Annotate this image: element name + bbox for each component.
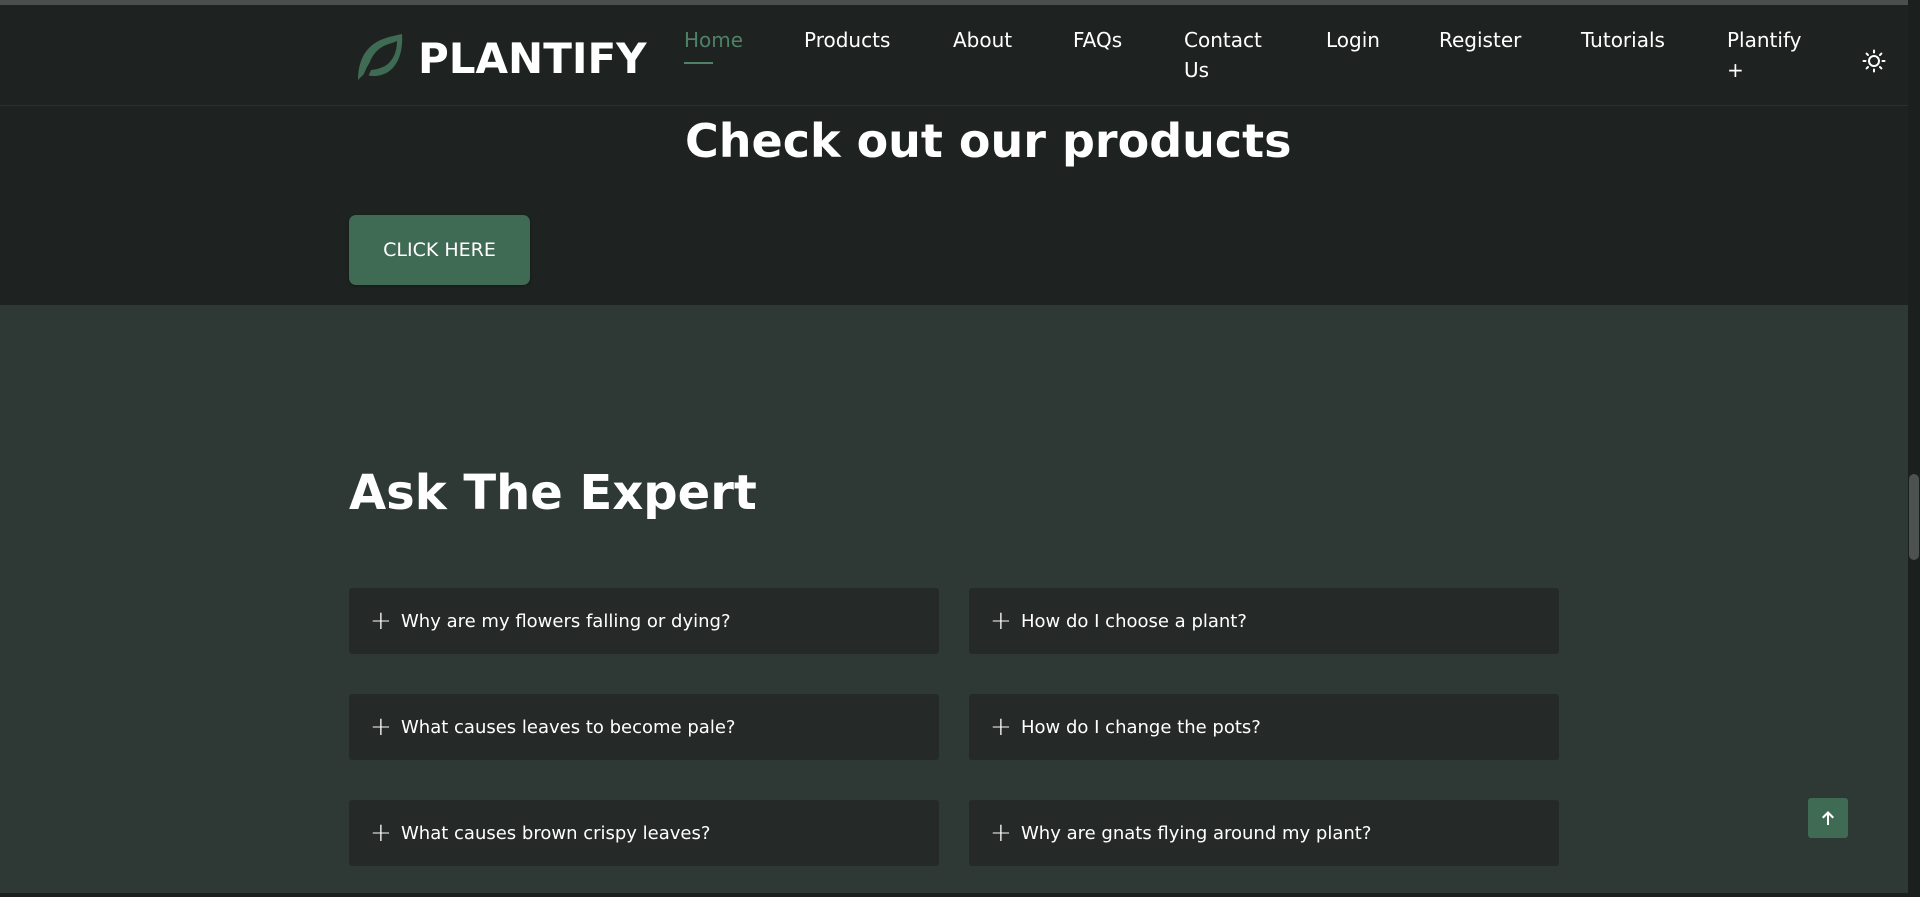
- faq-question: Why are gnats flying around my plant?: [1021, 822, 1372, 844]
- scroll-to-top-button[interactable]: [1808, 798, 1848, 838]
- plus-icon: +: [990, 606, 1012, 636]
- plus-icon: +: [990, 818, 1012, 848]
- faq-question: How do I choose a plant?: [1021, 610, 1247, 632]
- faq-item[interactable]: + What causes leaves to become pale?: [349, 694, 939, 760]
- plus-icon: +: [370, 606, 392, 636]
- nav-login[interactable]: Login: [1326, 25, 1380, 55]
- nav-register[interactable]: Register: [1439, 25, 1521, 55]
- faq-item[interactable]: + What causes brown crispy leaves?: [349, 800, 939, 866]
- products-title: Check out our products: [685, 114, 1292, 168]
- nav-products[interactable]: Products: [804, 25, 890, 55]
- nav-plantify-plus[interactable]: Plantify +: [1727, 25, 1815, 85]
- arrow-up-icon: [1822, 811, 1834, 825]
- scrollbar-track[interactable]: [1908, 0, 1920, 897]
- leaf-icon: [358, 34, 403, 86]
- scrollbar-thumb[interactable]: [1909, 474, 1919, 560]
- nav-contact-us[interactable]: Contact Us: [1184, 25, 1274, 85]
- site-header: PLANTIFY Home Products About FAQs Contac…: [0, 5, 1908, 106]
- ask-the-expert-title: Ask The Expert: [349, 465, 757, 521]
- brand-name: PLANTIFY: [418, 33, 647, 83]
- nav-faqs[interactable]: FAQs: [1073, 25, 1122, 55]
- products-section: Check out our products CLICK HERE: [0, 106, 1908, 305]
- faq-item[interactable]: + Why are my flowers falling or dying?: [349, 588, 939, 654]
- click-here-button[interactable]: CLICK HERE: [349, 215, 530, 285]
- faq-question: What causes brown crispy leaves?: [401, 822, 711, 844]
- faq-question: How do I change the pots?: [1021, 716, 1261, 738]
- brand-logo[interactable]: PLANTIFY: [352, 30, 647, 86]
- faq-item[interactable]: + Why are gnats flying around my plant?: [969, 800, 1559, 866]
- window-bottom-edge: [0, 893, 1908, 897]
- plus-icon: +: [370, 818, 392, 848]
- plus-icon: +: [370, 712, 392, 742]
- sun-icon[interactable]: [1862, 49, 1886, 73]
- nav-home[interactable]: Home: [684, 25, 743, 64]
- faq-item[interactable]: + How do I change the pots?: [969, 694, 1559, 760]
- faq-question: Why are my flowers falling or dying?: [401, 610, 731, 632]
- faq-item[interactable]: + How do I choose a plant?: [969, 588, 1559, 654]
- faq-question: What causes leaves to become pale?: [401, 716, 736, 738]
- nav-tutorials[interactable]: Tutorials: [1581, 25, 1665, 55]
- plus-icon: +: [990, 712, 1012, 742]
- nav-about[interactable]: About: [953, 25, 1012, 55]
